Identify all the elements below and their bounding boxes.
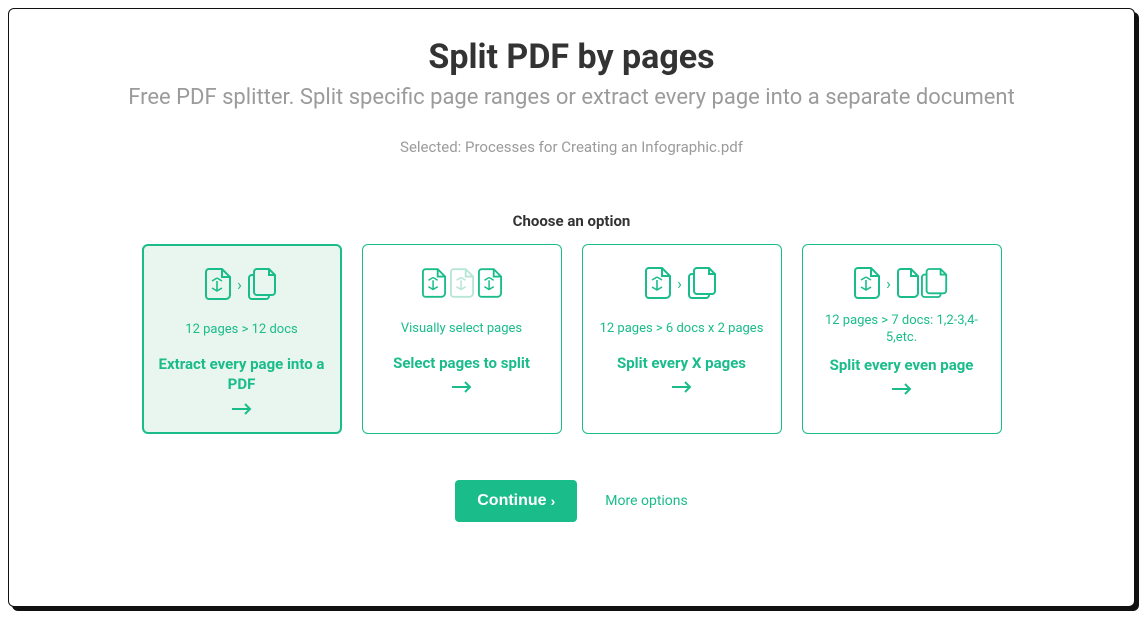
pdf-icon [205,268,231,300]
choose-option-label: Choose an option [33,212,1110,230]
option-split-every-even[interactable]: › 12 pages > 7 docs: 1,2-3,4-5,etc. Spli… [802,244,1002,434]
chevron-right-icon: › [551,493,556,509]
option-title: Select pages to split [393,353,530,373]
option-title: Split every even page [830,355,974,375]
option-icon-group: › [854,263,949,303]
arrow-right-icon [671,379,693,398]
option-icon-group: › [205,264,278,304]
documents-icon [921,268,949,298]
page-subtitle: Free PDF splitter. Split specific page r… [33,85,1110,110]
arrow-right-icon [891,381,913,400]
option-subtext: Visually select pages [401,313,522,345]
option-split-every-x[interactable]: › 12 pages > 6 docs x 2 pages Split ever… [582,244,782,434]
document-icon [897,268,919,298]
option-extract-every-page[interactable]: › 12 pages > 12 docs Extract every page … [142,244,342,434]
pdf-icon [478,268,502,298]
chevron-right-icon: › [677,274,682,293]
selected-file-label: Selected: Processes for Creating an Info… [33,138,1110,156]
option-select-pages[interactable]: Visually select pages Select pages to sp… [362,244,562,434]
pdf-faded-icon [450,268,474,298]
option-title: Extract every page into a PDF [158,354,326,395]
arrow-right-icon [231,401,253,420]
continue-button[interactable]: Continue › [455,480,577,522]
option-subtext: 12 pages > 7 docs: 1,2-3,4-5,etc. [817,313,987,347]
pdf-icon [422,268,446,298]
options-row: › 12 pages > 12 docs Extract every page … [33,244,1110,434]
arrow-right-icon [451,379,473,398]
documents-icon [248,268,278,300]
chevron-right-icon: › [886,274,891,293]
pdf-icon [645,267,671,299]
app-panel: Split PDF by pages Free PDF splitter. Sp… [8,8,1135,607]
option-icon-group: › [645,263,718,303]
more-options-link[interactable]: More options [605,493,688,509]
option-title: Split every X pages [617,353,746,373]
actions-row: Continue › More options [33,480,1110,522]
pdf-icon [854,267,880,299]
option-subtext: 12 pages > 12 docs [185,314,297,346]
option-subtext: 12 pages > 6 docs x 2 pages [600,313,764,345]
option-icon-group [422,263,502,303]
documents-icon [688,267,718,299]
chevron-right-icon: › [237,275,242,294]
page-title: Split PDF by pages [33,37,1110,77]
continue-button-label: Continue [477,492,546,510]
